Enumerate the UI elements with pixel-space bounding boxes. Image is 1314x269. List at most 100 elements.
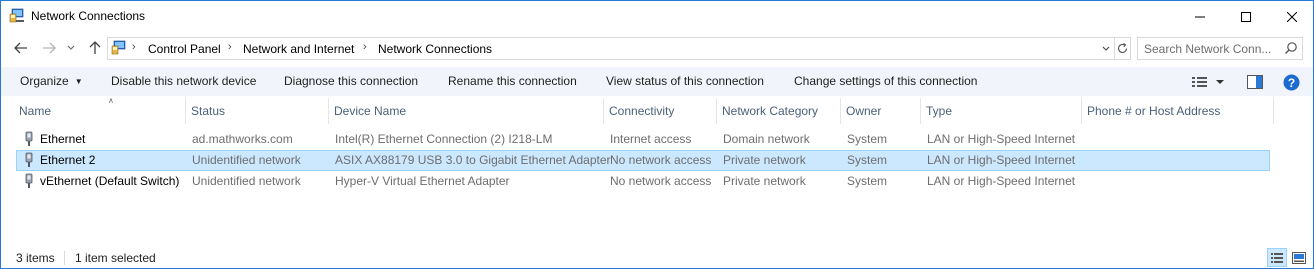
breadcrumb-network-connections[interactable]: Network Connections	[378, 42, 492, 56]
chevron-down-icon: ▼	[74, 77, 83, 86]
owner: System	[847, 174, 888, 188]
large-icons-view-icon	[1292, 251, 1306, 264]
address-bar[interactable]: › Control Panel › Network and Internet ›…	[107, 37, 1131, 60]
change-settings-button[interactable]: Change settings of this connection	[794, 74, 977, 88]
column-header-label: Name	[19, 104, 52, 118]
breadcrumb-separator-icon[interactable]: ›	[228, 41, 232, 53]
minimize-icon	[1195, 16, 1205, 17]
column-header-label: Connectivity	[609, 104, 675, 118]
column-header-label: Network Category	[722, 104, 819, 118]
column-headers: ∧ Name Status Device Name Connectivity N…	[1, 96, 1313, 124]
help-button[interactable]: ?	[1281, 72, 1301, 92]
column-header-phone-or-host[interactable]: Phone # or Host Address	[1082, 98, 1274, 124]
breadcrumb-network-and-internet[interactable]: Network and Internet	[243, 42, 354, 56]
maximize-button[interactable]	[1223, 1, 1269, 32]
search-icon[interactable]	[1284, 41, 1300, 57]
item-count: 3 items	[16, 251, 55, 265]
large-icons-view-button[interactable]	[1289, 248, 1309, 267]
back-button[interactable]	[11, 38, 31, 58]
refresh-icon	[1117, 43, 1128, 54]
search-box[interactable]	[1137, 37, 1303, 60]
column-header-owner[interactable]: Owner	[841, 98, 921, 124]
device-name: Intel(R) Ethernet Connection (2) I218-LM	[335, 132, 553, 146]
breadcrumb-separator-icon[interactable]: ›	[132, 41, 136, 53]
table-row[interactable]: vEthernet (Default Switch) Unidentified …	[16, 171, 1270, 192]
connectivity: Internet access	[610, 132, 692, 146]
disable-device-button[interactable]: Disable this network device	[111, 74, 256, 88]
diagnose-button[interactable]: Diagnose this connection	[284, 74, 418, 88]
status-bar: 3 items 1 item selected	[1, 247, 1313, 269]
connectivity: No network access	[610, 153, 712, 167]
column-header-device-name[interactable]: Device Name	[329, 98, 604, 124]
sort-ascending-icon: ∧	[108, 96, 114, 105]
device-name: ASIX AX88179 USB 3.0 to Gigabit Ethernet…	[335, 153, 611, 167]
navigation-bar: › Control Panel › Network and Internet ›…	[1, 34, 1313, 62]
svg-text:?: ?	[1287, 75, 1294, 89]
network-connections-icon	[9, 8, 25, 24]
window-title: Network Connections	[31, 9, 146, 23]
view-status-button[interactable]: View status of this connection	[606, 74, 764, 88]
control-panel-icon	[111, 40, 127, 56]
explorer-window: Network Connections › Control Panel › Ne…	[0, 0, 1314, 269]
ethernet-adapter-icon	[22, 152, 36, 168]
column-header-label: Type	[926, 104, 953, 118]
column-header-label: Owner	[846, 104, 882, 118]
breadcrumb-separator-icon[interactable]: ›	[363, 41, 367, 53]
preview-pane-button[interactable]	[1245, 72, 1265, 92]
organize-button[interactable]: Organize ▼	[20, 74, 83, 88]
connection-type: LAN or High-Speed Internet	[927, 153, 1076, 167]
network-category: Domain network	[723, 132, 810, 146]
search-input[interactable]	[1138, 38, 1284, 59]
command-bar: Organize ▼ Disable this network device Di…	[1, 67, 1313, 96]
title-bar[interactable]: Network Connections	[1, 1, 1313, 32]
column-header-connectivity[interactable]: Connectivity	[604, 98, 717, 124]
breadcrumb-control-panel[interactable]: Control Panel	[148, 42, 221, 56]
rename-button[interactable]: Rename this connection	[448, 74, 577, 88]
back-arrow-icon	[14, 42, 27, 54]
table-row[interactable]: Ethernet ad.mathworks.com Intel(R) Ether…	[16, 129, 1270, 150]
column-header-name[interactable]: ∧ Name	[14, 96, 186, 124]
preview-pane-icon	[1247, 75, 1263, 89]
network-category: Private network	[723, 153, 806, 167]
close-button[interactable]	[1269, 1, 1314, 32]
up-button[interactable]	[85, 38, 105, 58]
column-header-status[interactable]: Status	[186, 98, 329, 124]
owner: System	[847, 132, 888, 146]
connection-status: Unidentified network	[192, 174, 301, 188]
connection-status: Unidentified network	[192, 153, 301, 167]
column-header-type[interactable]: Type	[921, 98, 1082, 124]
chevron-down-icon	[1102, 46, 1110, 51]
chevron-down-icon	[67, 45, 75, 50]
recent-locations-button[interactable]	[64, 38, 78, 58]
close-icon	[1287, 11, 1297, 22]
minimize-button[interactable]	[1177, 1, 1223, 32]
change-view-button[interactable]	[1189, 72, 1227, 92]
details-view-icon	[1192, 77, 1224, 87]
forward-arrow-icon	[43, 42, 56, 54]
connectivity: No network access	[610, 174, 712, 188]
ethernet-adapter-icon	[22, 131, 36, 147]
organize-label: Organize	[20, 74, 69, 88]
forward-button[interactable]	[39, 38, 59, 58]
maximize-icon	[1241, 11, 1251, 22]
connection-name: Ethernet 2	[40, 153, 96, 167]
column-header-label: Device Name	[334, 104, 407, 118]
help-icon: ?	[1283, 74, 1299, 90]
up-arrow-icon	[89, 41, 101, 54]
connection-type: LAN or High-Speed Internet	[927, 174, 1076, 188]
table-row[interactable]: Ethernet 2 Unidentified network ASIX AX8…	[16, 150, 1270, 171]
details-view-icon	[1271, 252, 1283, 263]
network-category: Private network	[723, 174, 806, 188]
status-divider	[64, 251, 65, 265]
column-header-network-category[interactable]: Network Category	[717, 98, 841, 124]
owner: System	[847, 153, 888, 167]
address-dropdown-button[interactable]	[1098, 40, 1114, 57]
connection-status: ad.mathworks.com	[192, 132, 293, 146]
details-view-button[interactable]	[1267, 248, 1287, 267]
column-header-label: Status	[191, 104, 226, 118]
device-name: Hyper-V Virtual Ethernet Adapter	[335, 174, 510, 188]
selection-count: 1 item selected	[75, 251, 156, 265]
ethernet-adapter-icon	[22, 173, 36, 189]
refresh-button[interactable]	[1114, 38, 1130, 59]
connection-name: Ethernet	[40, 132, 86, 146]
